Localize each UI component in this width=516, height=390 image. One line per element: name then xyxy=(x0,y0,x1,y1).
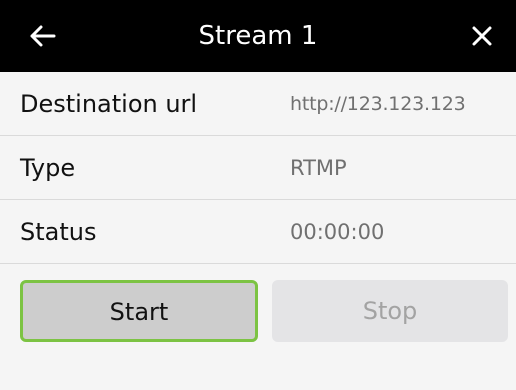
status-label: Status xyxy=(20,218,97,246)
type-value: RTMP xyxy=(290,156,347,180)
destination-url-value: http://123.123.123 xyxy=(290,93,466,115)
status-row: Status 00:00:00 xyxy=(0,200,516,264)
destination-url-label: Destination url xyxy=(20,90,198,118)
close-icon xyxy=(472,26,492,46)
stop-button[interactable]: Stop xyxy=(272,280,508,342)
destination-url-row: Destination url http://123.123.123 xyxy=(0,72,516,136)
page-title: Stream 1 xyxy=(198,21,318,51)
title-bar: Stream 1 xyxy=(0,0,516,72)
stream-settings-screen: Stream 1 Destination url http://123.123.… xyxy=(0,0,516,390)
type-label: Type xyxy=(20,154,76,182)
close-button[interactable] xyxy=(460,14,504,58)
status-value: 00:00:00 xyxy=(290,220,385,244)
start-button[interactable]: Start xyxy=(20,280,258,342)
type-row: Type RTMP xyxy=(0,136,516,200)
